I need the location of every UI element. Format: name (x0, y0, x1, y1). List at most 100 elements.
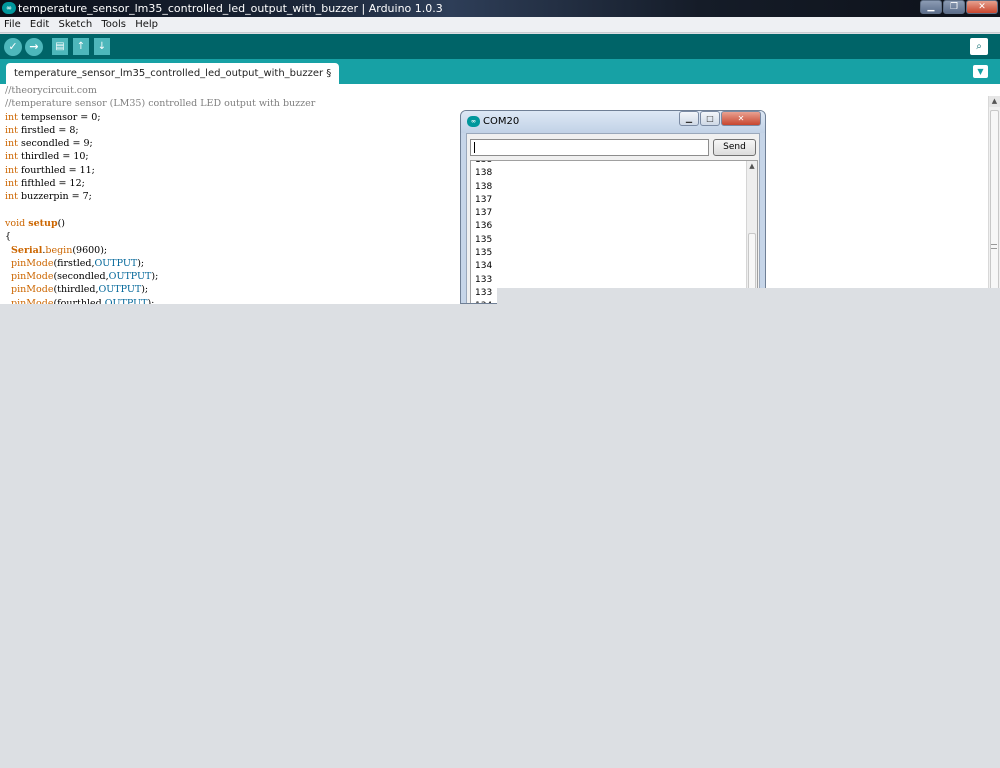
scroll-thumb[interactable] (990, 110, 999, 300)
text-caret (474, 142, 475, 153)
code-token: (thirdled, (53, 284, 99, 296)
minimize-button[interactable]: ▁ (920, 0, 942, 14)
send-button[interactable]: Send (713, 139, 756, 156)
arduino-logo-icon: ∞ (2, 2, 16, 14)
serial-scrollbar[interactable]: ▲ (746, 161, 757, 303)
code-token: (firstled, (53, 257, 95, 269)
menu-help[interactable]: Help (135, 17, 158, 33)
title-bar: ∞ temperature_sensor_lm35_controlled_led… (0, 0, 1000, 17)
code-line: int firstled = 8; (5, 124, 315, 137)
arduino-ide-window: ∞ temperature_sensor_lm35_controlled_led… (0, 0, 1000, 768)
open-sketch-icon[interactable]: ↑ (73, 38, 89, 55)
tab-sketch[interactable]: temperature_sensor_lm35_controlled_led_o… (6, 63, 340, 84)
code-line: int secondled = 9; (5, 137, 315, 150)
code-line: pinMode(fourthled,OUTPUT); (5, 297, 315, 304)
code-token: setup (28, 217, 58, 229)
scroll-up-icon[interactable]: ▲ (989, 96, 1000, 107)
code-token: pinMode (11, 257, 54, 269)
menu-edit[interactable]: Edit (30, 17, 49, 33)
code-token: buzzerpin = 7; (17, 191, 92, 203)
code-token: int (5, 151, 18, 163)
code-line: pinMode(firstled,OUTPUT); (5, 257, 315, 270)
code-token: secondled = 9; (17, 138, 93, 150)
scroll-grip-icon (991, 244, 997, 249)
code-text: //theorycircuit.com //temperature sensor … (5, 84, 315, 304)
serial-line: 133 (475, 287, 493, 298)
code-line: pinMode(secondled,OUTPUT); (5, 270, 315, 283)
arduino-logo-icon: ∞ (467, 116, 480, 127)
code-token: OUTPUT (94, 257, 138, 269)
serial-line: 137 (475, 208, 493, 219)
code-line: //temperature sensor (LM35) controlled L… (5, 97, 315, 110)
code-line: int tempsensor = 0; (5, 111, 315, 124)
serial-line: 136 (475, 221, 493, 232)
serial-monitor-icon[interactable]: ⌕ (970, 38, 988, 55)
serial-minimize-button[interactable]: ▁ (679, 111, 699, 126)
code-token: () (57, 217, 66, 229)
serial-line: 138 (475, 168, 493, 179)
code-token: //theorycircuit.com (5, 85, 97, 96)
code-line: void setup() (5, 217, 315, 230)
serial-line: 138 (475, 181, 493, 192)
code-token: //temperature sensor (LM35) controlled L… (5, 98, 316, 110)
code-token: pinMode (11, 284, 54, 296)
code-token: fifthled = 12; (17, 178, 85, 190)
code-token: ); (141, 284, 149, 296)
code-line: int fifthled = 12; (5, 177, 315, 190)
scroll-up-icon[interactable]: ▲ (747, 161, 757, 171)
serial-body: Send 13813813813713713613513513413313313… (466, 133, 760, 303)
serial-line: 134 (475, 261, 493, 272)
tab-strip: temperature_sensor_lm35_controlled_led_o… (0, 59, 1000, 84)
serial-close-button[interactable]: ✕ (721, 111, 761, 126)
code-token: (9600); (72, 244, 108, 256)
code-token: ); (137, 257, 145, 269)
verify-icon[interactable]: ✓ (4, 38, 22, 56)
save-sketch-icon[interactable]: ↓ (94, 38, 110, 55)
code-line: int thirdled = 10; (5, 150, 315, 163)
close-button[interactable]: ✕ (966, 0, 998, 14)
new-sketch-icon[interactable]: ▤ (52, 38, 68, 55)
tab-menu-icon[interactable]: ▼ (973, 65, 988, 78)
maximize-button[interactable]: ❐ (943, 0, 965, 14)
code-token: int (5, 178, 18, 190)
code-line: int fourthled = 11; (5, 164, 315, 177)
upload-icon[interactable]: → (25, 38, 43, 56)
serial-maximize-button[interactable]: □ (700, 111, 720, 126)
serial-line: 133 (475, 274, 493, 285)
code-token: Serial (11, 244, 43, 256)
code-token: firstled = 8; (17, 124, 79, 136)
window-controls: ▁ ❐ ✕ (919, 0, 998, 15)
serial-line: 137 (475, 194, 493, 205)
menu-tools[interactable]: Tools (101, 17, 126, 33)
toolbar: ✓ → ▤ ↑ ↓ ⌕ (0, 34, 1000, 59)
code-token: thirdled = 10; (17, 151, 89, 163)
code-line: //theorycircuit.com (5, 84, 315, 97)
code-token: (secondled, (53, 271, 109, 283)
code-line: pinMode(thirdled,OUTPUT); (5, 283, 315, 296)
code-token: { (5, 231, 12, 243)
editor-scrollbar[interactable]: ▲ (988, 96, 1000, 304)
code-token: int (5, 111, 18, 123)
code-token: int (5, 191, 18, 203)
code-token: void (5, 217, 26, 229)
serial-line: 135 (475, 248, 493, 259)
code-token: ); (151, 271, 159, 283)
code-line: Serial.begin(9600); (5, 244, 315, 257)
serial-port-title: COM20 (483, 116, 520, 127)
code-token: int (5, 138, 18, 150)
code-token: pinMode (11, 271, 54, 283)
code-token: int (5, 164, 18, 176)
menu-bar: File Edit Sketch Tools Help (0, 17, 1000, 33)
serial-send-input[interactable] (470, 139, 709, 156)
blank-area (497, 288, 1000, 304)
code-line: { (5, 230, 315, 243)
menu-file[interactable]: File (4, 17, 21, 33)
menu-sketch[interactable]: Sketch (58, 17, 92, 33)
code-token: tempsensor = 0; (17, 111, 101, 123)
code-token: fourthled = 11; (17, 164, 95, 176)
serial-window-controls: ▁ □ ✕ (678, 111, 761, 126)
serial-line: 135 (475, 234, 493, 245)
code-token: int (5, 124, 18, 136)
code-line: int buzzerpin = 7; (5, 190, 315, 203)
code-token: OUTPUT (98, 284, 142, 296)
